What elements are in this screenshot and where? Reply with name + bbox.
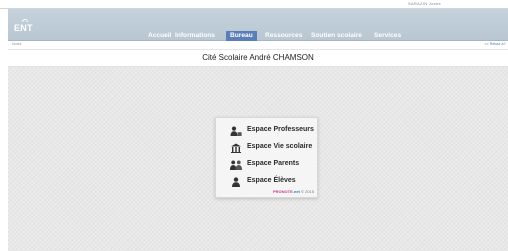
- pronote-footer: PRONOTE.net © 2015: [273, 189, 314, 194]
- page-title: Cité Scolaire André CHAMSON: [202, 53, 314, 62]
- pronote-brand: PRONOTE: [273, 189, 293, 194]
- back-link[interactable]: << Retour à l': [485, 42, 506, 46]
- teacher-icon: [230, 126, 242, 136]
- space-selector-card: Espace Professeurs Espace Vie scolaire E…: [215, 117, 318, 198]
- breadcrumb: Notes: [12, 42, 22, 46]
- space-item-label: Espace Professeurs: [247, 126, 314, 133]
- space-item-label: Espace Parents: [247, 160, 300, 167]
- menu-item-soutien-scolaire[interactable]: Soutien scolaire: [307, 31, 366, 41]
- student-icon: [232, 177, 240, 187]
- school-building-icon: [231, 143, 241, 153]
- pronote-brand-suffix: .net: [292, 189, 300, 194]
- space-item-vie-scolaire[interactable]: Espace Vie scolaire: [216, 139, 319, 156]
- menu-item-services[interactable]: Services: [370, 31, 405, 41]
- logo-arc-icon: [22, 19, 28, 22]
- user-name[interactable]: SARAZIN Josée: [408, 1, 441, 6]
- space-item-parents[interactable]: Espace Parents: [216, 156, 319, 173]
- space-item-label: Espace Vie scolaire: [247, 143, 313, 150]
- copyright-text: © 2015: [301, 189, 314, 194]
- sub-bar: Notes << Retour à l': [8, 41, 508, 49]
- menu-item-informations[interactable]: Informations: [171, 31, 219, 41]
- space-item-professeurs[interactable]: Espace Professeurs: [216, 122, 319, 139]
- menu-item-ressources[interactable]: Ressources: [261, 31, 306, 41]
- menu-item-bureau[interactable]: Bureau: [226, 31, 257, 41]
- title-bar: Cité Scolaire André CHAMSON: [8, 49, 508, 67]
- space-item-label: Espace Élèves: [247, 177, 296, 184]
- main-menu: Accueil Informations Bureau Ressources S…: [8, 31, 508, 41]
- space-item-eleves[interactable]: Espace Élèves: [216, 173, 319, 190]
- parents-icon: [230, 160, 242, 170]
- top-strip: SARAZIN Josée: [0, 0, 508, 9]
